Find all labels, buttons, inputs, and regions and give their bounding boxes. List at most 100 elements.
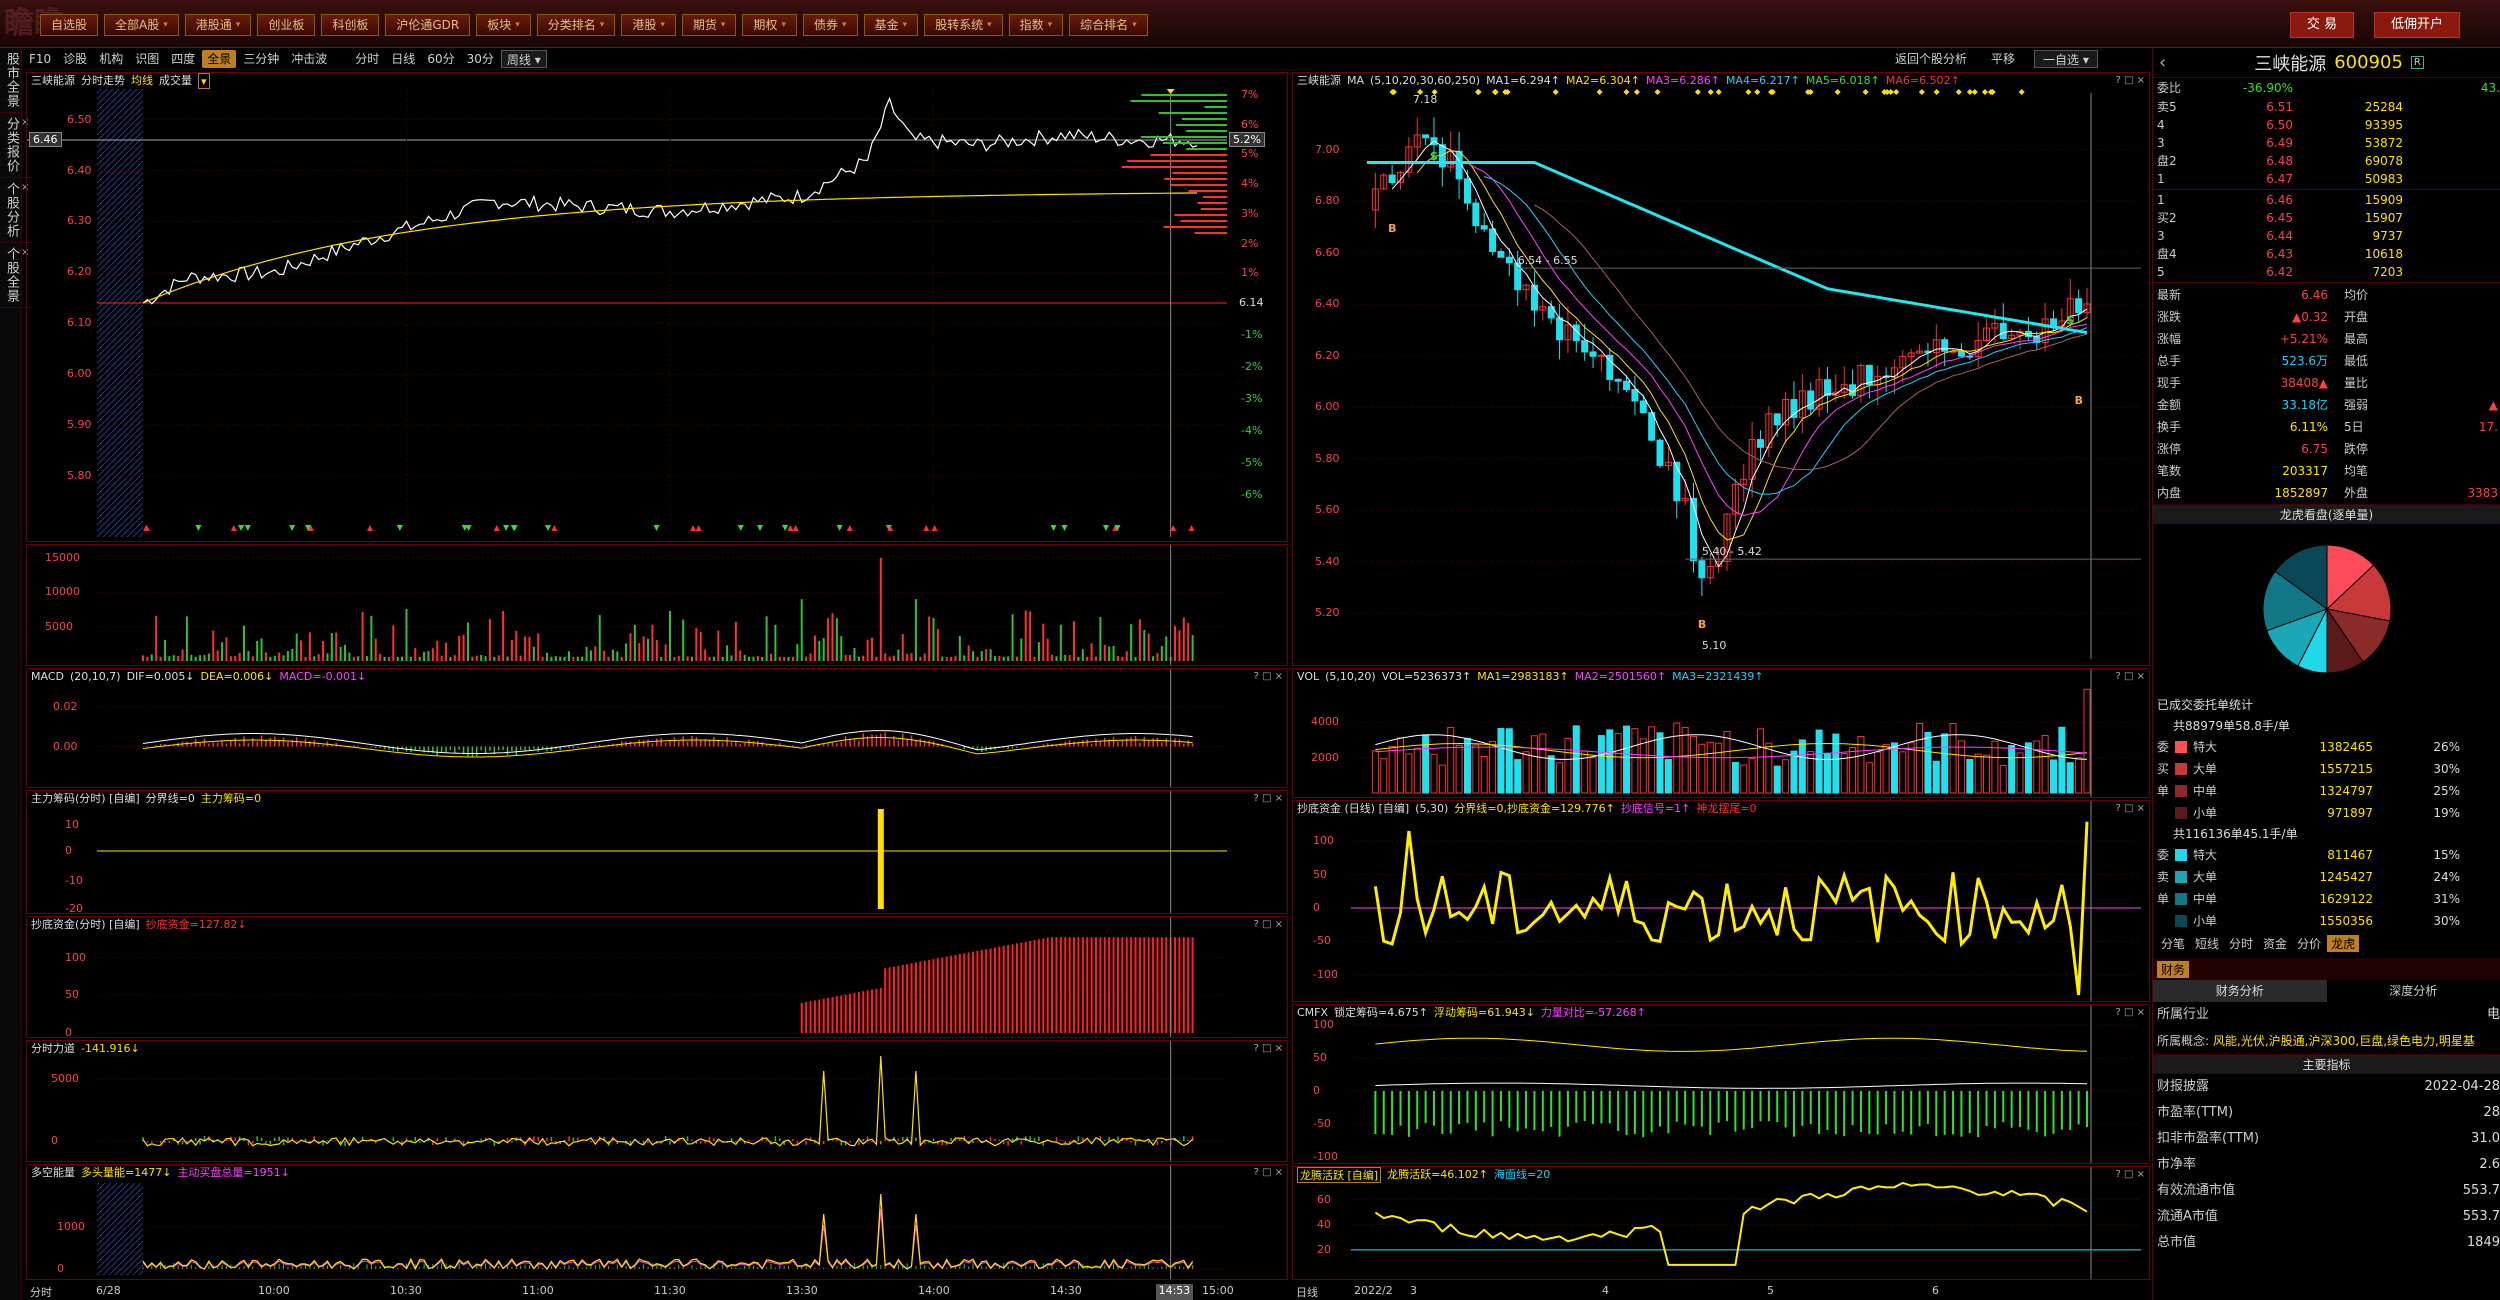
- daily-price-tick: 7.00: [1315, 142, 1340, 156]
- toolbar-item-2[interactable]: 机构: [94, 50, 128, 68]
- dvol-bar: [1840, 753, 1848, 794]
- quote-label-2: 开盘: [2344, 310, 2369, 324]
- daily-dragon-active-panel[interactable]: 60 40 20 龙腾活跃 [自编] 龙腾活跃=46.102↑ 海面线=20 ? □ ×: [1292, 1166, 2150, 1280]
- daily-time-mode-button[interactable]: 日线: [1296, 1284, 1318, 1300]
- info-tab-3[interactable]: 资金: [2259, 935, 2291, 952]
- menu-item-7[interactable]: 分类排名 ▾: [536, 14, 616, 36]
- pct-tick-up: 3%: [1241, 206, 1259, 220]
- panel-controls[interactable]: ? □ ×: [2116, 73, 2146, 89]
- menu-item-0[interactable]: 自选股: [40, 14, 99, 36]
- toolbar-item-4[interactable]: 四度: [166, 50, 200, 68]
- toolbar-item-9[interactable]: 日线: [386, 50, 420, 68]
- menu-item-9[interactable]: 期货 ▾: [681, 14, 737, 36]
- panel-controls[interactable]: ? □ ×: [2116, 801, 2146, 817]
- chevron-down-icon: ▾: [1047, 20, 1053, 30]
- order-type: 特大: [2193, 740, 2218, 754]
- toolbar-item-10[interactable]: 60分: [422, 50, 459, 68]
- menu-item-11[interactable]: 债券 ▾: [802, 14, 858, 36]
- info-tab-5[interactable]: 龙虎: [2327, 934, 2360, 952]
- menu-item-13[interactable]: 股转系统 ▾: [924, 14, 1003, 36]
- quote-label-2: 量比: [2344, 376, 2369, 390]
- menu-item-8[interactable]: 港股 ▾: [621, 14, 676, 36]
- candle-down: [2075, 298, 2083, 314]
- daily-cmfx-panel[interactable]: 100 50 0 -50 -100 CMFX 锁定筹码=4.675↑ 浮动筹码=61.943↓…: [1292, 1004, 2150, 1164]
- toolbar-item-0[interactable]: F10: [24, 50, 56, 68]
- vtab-0[interactable]: 股市全景: [0, 48, 23, 113]
- panel-controls[interactable]: ? □ ×: [1254, 1041, 1284, 1057]
- macd-value: MACD=-0.001↓: [279, 670, 367, 683]
- toolbar-item-7[interactable]: 冲击波: [286, 50, 332, 68]
- panel-controls[interactable]: ? □ ×: [2116, 1167, 2146, 1183]
- intraday-bottom-fund-panel[interactable]: 100 50 0 抄底资金(分时) [自编] 抄底资金=127.82↓ ? □ ×: [26, 916, 1288, 1038]
- menu-item-4[interactable]: 科创板: [321, 14, 380, 36]
- open-account-button[interactable]: 低佣开户: [2373, 12, 2460, 38]
- info-tab-4[interactable]: 分价: [2293, 935, 2325, 952]
- menu-item-label: 港股: [632, 18, 657, 32]
- toolbar-item-5[interactable]: 全景: [202, 49, 237, 68]
- event-diamond-icon: [1623, 89, 1630, 95]
- dvol-bar: [1648, 726, 1656, 794]
- bid-level: 买2: [2157, 211, 2177, 225]
- menu-item-15[interactable]: 综合排名 ▾: [1069, 14, 1148, 36]
- quote-value-2: 17.: [2478, 420, 2498, 434]
- price-tick: 6.30: [67, 214, 92, 228]
- panel-controls[interactable]: ? □ ×: [2116, 669, 2146, 685]
- lt-name[interactable]: 龙腾活跃 [自编]: [1297, 1167, 1382, 1183]
- toolbar-item-12[interactable]: 周线 ▾: [500, 49, 547, 68]
- intraday-volume-panel[interactable]: 15000 10000 5000: [26, 544, 1288, 666]
- panel-controls[interactable]: ? □ ×: [1254, 1165, 1284, 1181]
- time-mode-button[interactable]: 分时: [30, 1284, 52, 1300]
- toolbar-item-1[interactable]: 诊股: [58, 50, 92, 68]
- back-arrow-icon[interactable]: ‹: [2159, 52, 2166, 73]
- menu-item-12[interactable]: 基金 ▾: [863, 14, 919, 36]
- order-side: 单: [2157, 784, 2170, 798]
- flat-button[interactable]: 平移: [1986, 50, 2020, 68]
- dfund-tick: 50: [1313, 867, 1327, 881]
- menu-item-10[interactable]: 期权 ▾: [742, 14, 797, 36]
- panel-controls[interactable]: ? □ ×: [2116, 1005, 2146, 1021]
- panel-controls[interactable]: ? □ ×: [1254, 917, 1284, 933]
- toolbar-item-6[interactable]: 三分钟: [238, 50, 284, 68]
- intraday-main-chips-panel[interactable]: 10 0 -10 -20 主力筹码(分时) [自编] 分界线=0 主力筹码=0 ? □ ×: [26, 790, 1288, 914]
- intraday-longshort-panel[interactable]: 1000 0 多空能量 多头量能=1477↓ 主动买盘总量=1951↓ ? □ ×: [26, 1164, 1288, 1280]
- chevron-down-icon[interactable]: ▾: [198, 73, 210, 89]
- vol-label: 成交量: [159, 74, 192, 87]
- info-tab-1[interactable]: 短线: [2191, 935, 2223, 952]
- candle-down: [1422, 134, 1430, 139]
- info-tab-2[interactable]: 分时: [2225, 935, 2257, 952]
- ask-volume: 50983: [2364, 172, 2403, 186]
- toolbar-item-label: 识图: [135, 51, 160, 66]
- menu-item-2[interactable]: 港股通 ▾: [184, 14, 252, 36]
- toolbar-item-11[interactable]: 30分: [462, 50, 499, 68]
- bid-row: 买2 6.45 15907: [2153, 209, 2500, 227]
- intraday-price-panel[interactable]: 6.50 6.40 6.30 6.20 6.10 6.00 5.90 5.80 6.14 7% 6%…: [26, 72, 1288, 542]
- menu-item-3[interactable]: 创业板: [257, 14, 316, 36]
- tab-finance[interactable]: 财务: [2157, 960, 2190, 978]
- chevron-down-icon: ▾: [235, 20, 241, 30]
- daily-volume-panel[interactable]: 4000 2000 VOL (5,10,20) VOL=5236373↑ MA1=2983…: [1292, 668, 2150, 798]
- back-to-analysis-button[interactable]: 返回个股分析: [1890, 50, 1972, 68]
- toolbar-item-label: 三分钟: [243, 51, 280, 66]
- trade-button[interactable]: 交 易: [2289, 12, 2354, 38]
- toolbar-item-8[interactable]: 分时: [350, 50, 384, 68]
- tab-finance-analysis[interactable]: 财务分析: [2153, 980, 2327, 1002]
- watchlist-select[interactable]: 一自选 ▾: [2034, 50, 2098, 68]
- ma-value-2: MA2=6.304↑: [1566, 74, 1640, 87]
- panel-controls[interactable]: ? □ ×: [1254, 791, 1284, 807]
- candle-down: [1623, 380, 1631, 391]
- finance-label: 扣非市盈率(TTM): [2157, 1131, 2260, 1146]
- panel-controls[interactable]: ? □ ×: [1254, 669, 1284, 685]
- daily-bottom-fund-panel[interactable]: 100 50 0 -50 -100 抄底资金 (日线) [自编] (5,30) 分界线=0,抄…: [1292, 800, 2150, 1002]
- info-tab-0[interactable]: 分笔: [2157, 935, 2189, 952]
- daily-kline-panel[interactable]: 7.00 6.80 6.60 6.40 6.20 6.00 5.80 5.60 5.40 5.20…: [1292, 72, 2150, 666]
- intraday-macd-panel[interactable]: 0.02 0.00 MACD (20,10,7) DIF=0.005↓ DEA=0.006…: [26, 668, 1288, 788]
- intraday-force-panel[interactable]: 5000 0 分时力道 -141.916↓ ? □ ×: [26, 1040, 1288, 1162]
- menu-item-14[interactable]: 指数 ▾: [1008, 14, 1064, 36]
- order-side: 单: [2157, 892, 2170, 906]
- tab-deep-analysis[interactable]: 深度分析: [2327, 980, 2500, 1002]
- menu-item-6[interactable]: 板块 ▾: [476, 14, 531, 36]
- dvol-bar: [1539, 733, 1547, 794]
- toolbar-item-3[interactable]: 识图: [130, 50, 164, 68]
- menu-item-5[interactable]: 沪伦通GDR: [385, 14, 471, 36]
- menu-item-1[interactable]: 全部A股 ▾: [104, 14, 179, 36]
